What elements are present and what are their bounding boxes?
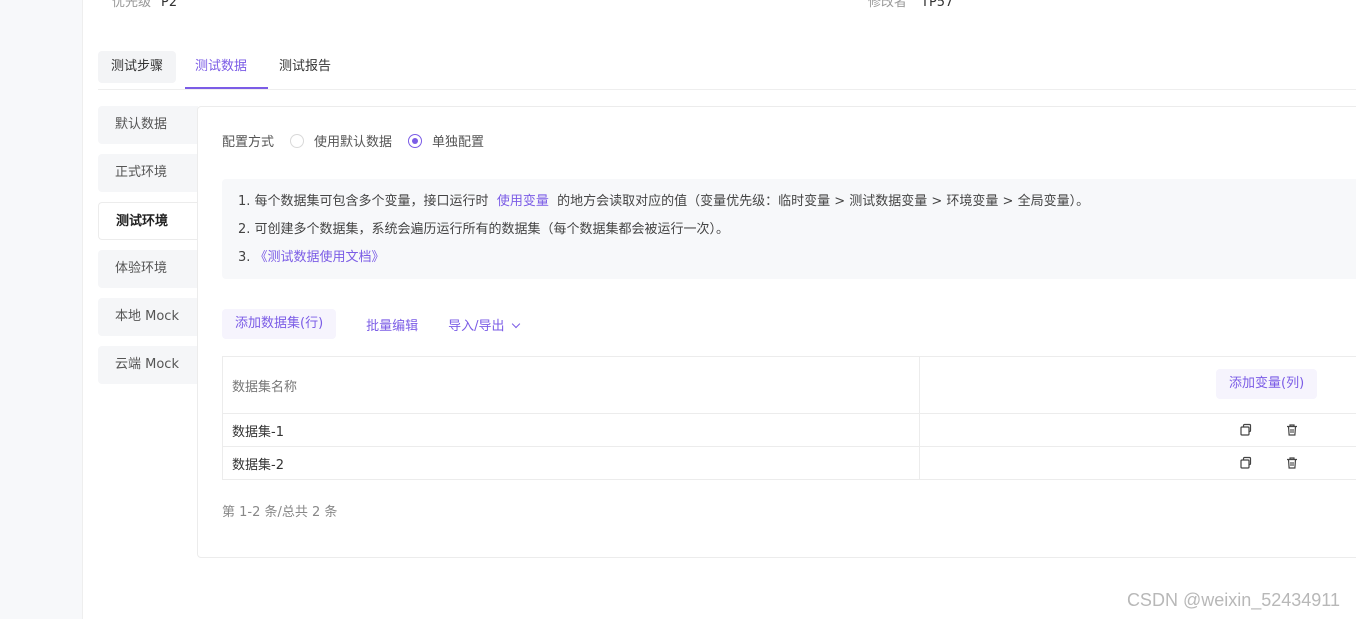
tab-test-data[interactable]: 测试数据 bbox=[182, 51, 260, 83]
table-row: 数据集-2 bbox=[223, 447, 1356, 479]
priority-meta: 优先级 P2 bbox=[112, 0, 177, 10]
radio-use-default-label: 使用默认数据 bbox=[314, 135, 393, 150]
radio-use-default[interactable]: 使用默认数据 bbox=[290, 131, 392, 150]
add-dataset-button[interactable]: 添加数据集(行) bbox=[222, 309, 337, 339]
chevron-down-icon bbox=[511, 319, 520, 328]
radio-custom-config-label: 单独配置 bbox=[432, 135, 485, 150]
table-header-row: 数据集名称 添加变量(列) bbox=[223, 357, 1356, 414]
pagination-summary: 第 1-2 条/总共 2 条 bbox=[222, 505, 338, 520]
info-line-3-prefix: 3. bbox=[238, 250, 255, 265]
csdn-watermark: CSDN @weixin_52434911 bbox=[1126, 590, 1340, 610]
modifier-meta: 修改者 TP57 bbox=[868, 0, 953, 10]
info-box: 1. 每个数据集可包含多个变量，接口运行时 使用变量 的地方会读取对应的值（变量… bbox=[222, 179, 1356, 279]
tab-test-report[interactable]: 测试报告 bbox=[266, 51, 344, 83]
tabs-divider bbox=[98, 89, 1356, 90]
env-item-default[interactable]: 默认数据 bbox=[98, 106, 198, 144]
dataset-table: 数据集名称 添加变量(列) 数据集-1 数据集-2 bbox=[222, 356, 1356, 480]
dataset-row-actions bbox=[920, 447, 1356, 479]
trash-icon[interactable] bbox=[1284, 422, 1300, 438]
env-item-test[interactable]: 测试环境 bbox=[98, 202, 198, 240]
env-item-production[interactable]: 正式环境 bbox=[98, 154, 198, 192]
import-export-label: 导入/导出 bbox=[448, 318, 505, 334]
test-data-doc-link[interactable]: 《测试数据使用文档》 bbox=[255, 250, 385, 265]
dataset-actions: 添加数据集(行) 批量编辑 导入/导出 bbox=[222, 309, 520, 339]
priority-label: 优先级 bbox=[112, 0, 152, 10]
radio-custom-config[interactable]: 单独配置 bbox=[408, 131, 484, 150]
info-line-2: 2. 可创建多个数据集，系统会遍历运行所有的数据集（每个数据集都会被运行一次）。 bbox=[238, 222, 730, 237]
use-variable-link[interactable]: 使用变量 bbox=[497, 194, 549, 209]
table-row: 数据集-1 bbox=[223, 414, 1356, 447]
trash-icon[interactable] bbox=[1284, 455, 1300, 471]
left-gutter bbox=[0, 0, 83, 619]
import-export-dropdown[interactable]: 导入/导出 bbox=[448, 315, 520, 334]
modifier-label: 修改者 bbox=[868, 0, 908, 10]
header-dataset-name: 数据集名称 bbox=[223, 357, 920, 413]
info-line-1: 1. 每个数据集可包含多个变量，接口运行时 使用变量 的地方会读取对应的值（变量… bbox=[238, 188, 1356, 216]
batch-edit-button[interactable]: 批量编辑 bbox=[366, 315, 418, 334]
env-item-local-mock[interactable]: 本地 Mock bbox=[98, 298, 198, 336]
info-line-3: 3. 《测试数据使用文档》 bbox=[238, 244, 1356, 272]
header-variables-cell: 添加变量(列) bbox=[920, 357, 1356, 413]
dataset-row-actions bbox=[920, 414, 1356, 446]
info-line-1-suffix: 的地方会读取对应的值（变量优先级：临时变量 > 测试数据变量 > 环境变量 > … bbox=[557, 194, 1090, 209]
env-item-staging[interactable]: 体验环境 bbox=[98, 250, 198, 288]
config-mode-row: 配置方式 使用默认数据 单独配置 bbox=[222, 131, 500, 150]
add-variable-button[interactable]: 添加变量(列) bbox=[1216, 369, 1318, 399]
modifier-value: TP57 bbox=[921, 0, 954, 10]
env-item-cloud-mock[interactable]: 云端 Mock bbox=[98, 346, 198, 384]
tab-bar: 测试步骤 测试数据 测试报告 bbox=[98, 51, 344, 83]
test-data-panel: 配置方式 使用默认数据 单独配置 1. 每个数据集可包含多个变量，接口运行时 使… bbox=[197, 106, 1356, 558]
radio-circle-checked-icon bbox=[408, 133, 423, 148]
radio-circle-icon bbox=[290, 133, 305, 148]
tab-test-steps[interactable]: 测试步骤 bbox=[98, 51, 177, 83]
priority-value: P2 bbox=[161, 0, 178, 10]
dataset-name-cell[interactable]: 数据集-2 bbox=[223, 447, 920, 479]
config-mode-label: 配置方式 bbox=[222, 135, 275, 150]
dataset-name-cell[interactable]: 数据集-1 bbox=[223, 414, 920, 446]
copy-icon[interactable] bbox=[1238, 455, 1254, 471]
info-line-1-prefix: 1. 每个数据集可包含多个变量，接口运行时 bbox=[238, 194, 489, 209]
copy-icon[interactable] bbox=[1238, 422, 1254, 438]
environment-list: 默认数据 正式环境 测试环境 体验环境 本地 Mock 云端 Mock bbox=[98, 106, 198, 394]
